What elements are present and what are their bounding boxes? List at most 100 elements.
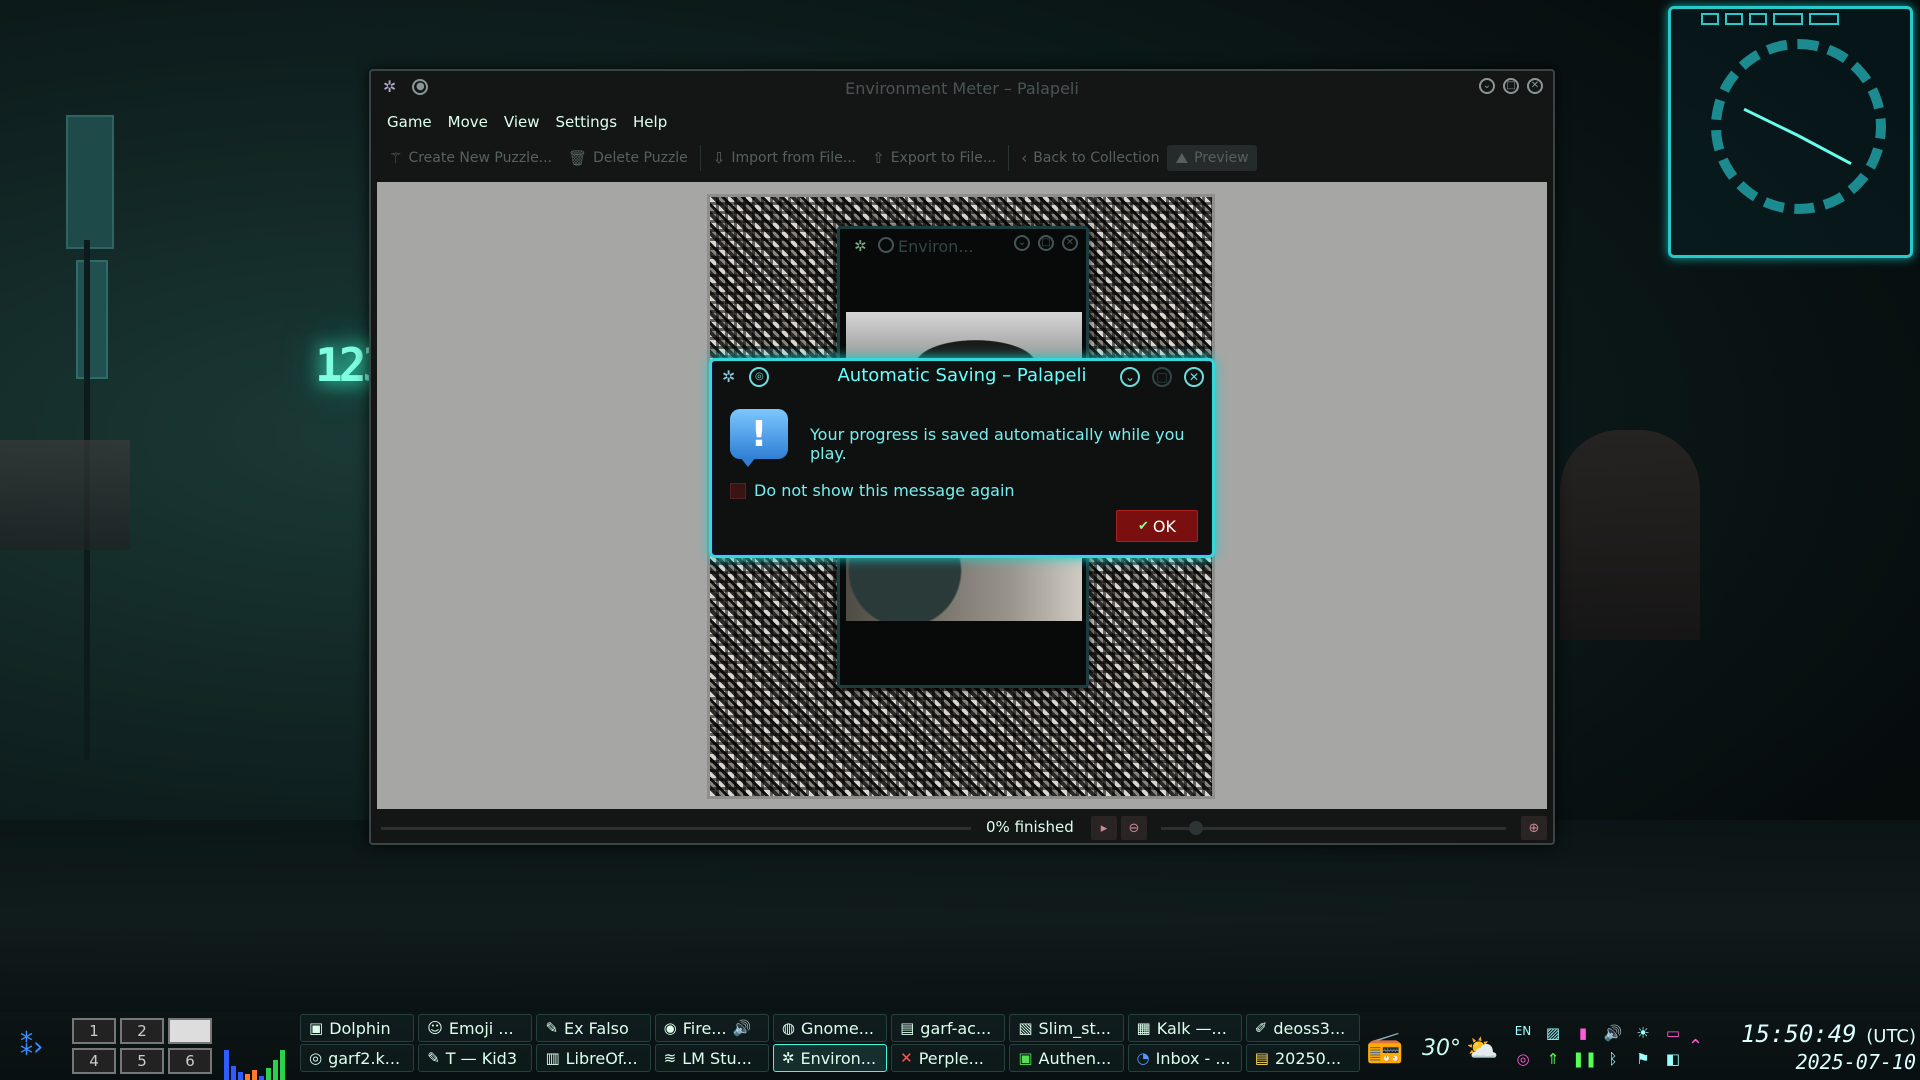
export-to-file-button[interactable]: ⇧ Export to File... <box>864 145 1004 171</box>
checkbox-label[interactable]: Do not show this message again <box>754 481 1015 500</box>
do-not-show-again-checkbox[interactable]: Do not show this message again <box>730 481 1015 500</box>
menu-help[interactable]: Help <box>625 109 675 135</box>
window-title: Environment Meter – Palapeli <box>845 79 1079 98</box>
flag-icon[interactable]: ⚑ <box>1632 1050 1654 1074</box>
zoom-slider-handle[interactable] <box>1188 821 1203 835</box>
zoom-out-icon[interactable]: ⊖ <box>1121 816 1147 840</box>
brightness-icon[interactable]: ☀ <box>1632 1024 1654 1048</box>
task-firefox[interactable]: ◉ Fire... 🔊 <box>654 1014 769 1042</box>
radio-icon[interactable]: 📻 <box>1366 1030 1403 1065</box>
app-icon: ✲ <box>854 237 867 255</box>
audio-playing-icon: 🔊 <box>732 1019 752 1037</box>
task-inbox[interactable]: ◔ Inbox - ... <box>1127 1044 1242 1072</box>
task-garf2[interactable]: ◎ garf2.k... <box>300 1044 415 1072</box>
window-titlebar[interactable]: ✲ ● Environment Meter – Palapeli ⌄ □ ✕ <box>371 71 1553 105</box>
maximize-icon[interactable]: □ <box>1503 78 1519 94</box>
pin-icon[interactable] <box>878 237 894 253</box>
zoom-in-icon[interactable]: ⊕ <box>1521 816 1547 840</box>
wand-icon: ⚚ <box>389 149 403 167</box>
weather-temperature[interactable]: 30° <box>1422 1036 1461 1061</box>
kid3-icon: ✎ <box>427 1049 440 1067</box>
desktop-1[interactable]: 1 <box>72 1018 116 1044</box>
weather-cloud-sun-icon[interactable]: ⛅ <box>1466 1034 1498 1064</box>
wallpaper-arch <box>1560 430 1700 640</box>
exfalso-icon: ✎ <box>545 1019 559 1037</box>
virtual-desktop-pager: 1 2 3 4 5 6 <box>72 1018 212 1074</box>
lmstudio-icon: ≋ <box>663 1049 677 1067</box>
volume-icon[interactable]: 🔊 <box>1602 1024 1624 1048</box>
clock-time: 15:50:49 <box>1741 1020 1857 1048</box>
desktop-4[interactable]: 4 <box>72 1048 116 1074</box>
progress-text: 0% finished <box>986 818 1074 836</box>
checkmark-icon: ✔ <box>1138 518 1149 534</box>
tray-expand-icon[interactable]: ⌃ <box>1688 1036 1703 1057</box>
clipboard-icon[interactable]: ▮ <box>1572 1024 1594 1048</box>
network-icon[interactable]: ◧ <box>1662 1050 1684 1074</box>
task-20250[interactable]: ▤ 20250... <box>1245 1044 1360 1072</box>
desktop-6[interactable]: 6 <box>168 1048 212 1074</box>
preview-button[interactable]: ⛰ Preview <box>1167 145 1257 171</box>
calculator-icon: ▦ <box>1136 1019 1151 1037</box>
desktop-2[interactable]: 2 <box>120 1018 164 1044</box>
task-kid3[interactable]: ✎ T — Kid3 <box>418 1044 533 1072</box>
close-icon[interactable]: ✕ <box>1062 235 1078 251</box>
delete-puzzle-button[interactable]: 🗑 Delete Puzzle <box>560 145 696 171</box>
import-from-file-button[interactable]: ⇩ Import from File... <box>705 145 864 171</box>
menu-settings[interactable]: Settings <box>548 109 626 135</box>
close-icon[interactable]: ✕ <box>1527 78 1543 94</box>
task-slim-st[interactable]: ▧ Slim_st... <box>1009 1014 1124 1042</box>
menu-view[interactable]: View <box>496 109 548 135</box>
emoji-icon: ☺ <box>427 1019 443 1037</box>
cpu-monitor[interactable] <box>224 1026 296 1080</box>
bluetooth-icon[interactable]: ᛒ <box>1602 1050 1624 1074</box>
keyboard-layout-indicator[interactable]: EN <box>1512 1024 1534 1048</box>
task-deoss3[interactable]: ✐ deoss3... <box>1245 1014 1360 1042</box>
menu-move[interactable]: Move <box>440 109 496 135</box>
taskbar: ⁑› 1 2 3 4 5 6 ▣ Dolphin ☺ Emoji ... ✎ Ex F… <box>0 1012 1920 1080</box>
task-environment-meter[interactable]: ✲ Environ... <box>772 1044 888 1072</box>
ok-button[interactable]: ✔ OK <box>1116 510 1198 542</box>
minimize-icon[interactable]: ⌄ <box>1479 78 1495 94</box>
task-kalk[interactable]: ▦ Kalk —... <box>1127 1014 1242 1042</box>
display-icon[interactable]: ▭ <box>1662 1024 1684 1048</box>
vpn-icon[interactable]: ◎ <box>1512 1050 1534 1074</box>
analog-clock-dial <box>1711 39 1886 214</box>
task-gnome[interactable]: ◍ Gnome... <box>772 1014 888 1042</box>
hud-clock-widget[interactable] <box>1668 6 1913 258</box>
task-lm-studio[interactable]: ≋ LM Stu... <box>654 1044 769 1072</box>
updates-icon[interactable]: ⇑ <box>1542 1050 1564 1074</box>
back-to-collection-button[interactable]: ‹ Back to Collection <box>1013 145 1167 171</box>
toolbar-separator <box>1008 145 1010 171</box>
desktop-5[interactable]: 5 <box>120 1048 164 1074</box>
image-icon: ▧ <box>1018 1019 1033 1037</box>
minimize-icon[interactable]: ⌄ <box>1014 235 1030 251</box>
printer-icon[interactable]: ▨ <box>1542 1024 1564 1048</box>
maximize-icon[interactable]: □ <box>1038 235 1054 251</box>
back-icon: ‹ <box>1021 149 1028 167</box>
toolbar-separator <box>699 145 701 171</box>
pause-icon[interactable]: ❚❚ <box>1572 1050 1597 1074</box>
task-dolphin[interactable]: ▣ Dolphin <box>300 1014 415 1042</box>
firefox-icon: ◉ <box>663 1019 677 1037</box>
task-emoji[interactable]: ☺ Emoji ... <box>418 1014 533 1042</box>
task-ex-falso[interactable]: ✎ Ex Falso <box>536 1014 651 1042</box>
digital-clock[interactable]: 15:50:49 (UTC) 2025-07-10 <box>1726 1020 1916 1074</box>
menu-game[interactable]: Game <box>379 109 440 135</box>
task-garf-ac[interactable]: ▤ garf-ac... <box>891 1014 1006 1042</box>
automatic-saving-dialog: ✲ ◎ Automatic Saving – Palapeli ⌄ □ ✕ ! … <box>709 358 1215 558</box>
create-new-puzzle-button[interactable]: ⚚ Create New Puzzle... <box>381 145 560 171</box>
checkbox-box[interactable] <box>730 482 746 499</box>
gnome-icon: ◍ <box>781 1019 795 1037</box>
close-icon[interactable]: ✕ <box>1184 367 1204 387</box>
task-libreoffice[interactable]: ▥ LibreOf... <box>536 1044 651 1072</box>
task-perplexity[interactable]: ✕ Perple... <box>891 1044 1006 1072</box>
zoom-slider[interactable] <box>1161 821 1506 835</box>
desktop-3[interactable]: 3 <box>168 1018 212 1044</box>
task-authenticator[interactable]: ▣ Authen... <box>1009 1044 1124 1072</box>
trash-icon: 🗑 <box>568 149 588 167</box>
minimize-icon[interactable]: ⌄ <box>1120 367 1140 387</box>
app-launcher-icon[interactable]: ⁑› <box>20 1032 43 1062</box>
clock-timezone: (UTC) <box>1866 1026 1916 1047</box>
play-icon[interactable]: ▸ <box>1091 816 1117 840</box>
preview-image-bottom <box>846 549 1082 621</box>
